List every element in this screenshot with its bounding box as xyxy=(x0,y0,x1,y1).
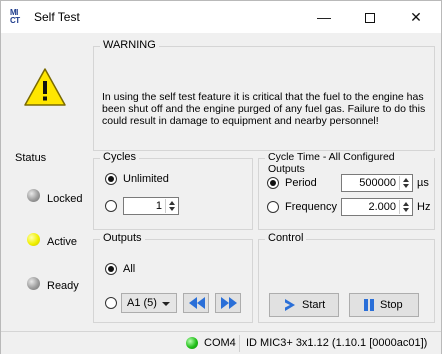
pause-icon xyxy=(364,299,374,311)
period-label[interactable]: Period xyxy=(285,177,317,189)
app-logo-icon: MI CT xyxy=(10,8,20,25)
warning-group: WARNING In using the self test feature i… xyxy=(93,39,435,151)
cycle-time-group: Cycle Time - All Configured Outputs xyxy=(258,151,435,230)
frequency-unit: Hz xyxy=(417,201,431,213)
warning-text: In using the self test feature it is cri… xyxy=(102,91,426,127)
period-value: 500000 xyxy=(359,177,396,189)
device-info: ID MIC3+ 3x1.12 (1.10.1 [0000ac01]) xyxy=(246,337,428,349)
frequency-spinbox[interactable]: 2.000 xyxy=(341,198,413,216)
outputs-single-radio[interactable] xyxy=(105,297,117,309)
spin-down-icon xyxy=(403,208,409,212)
frequency-value: 2.000 xyxy=(368,201,396,213)
play-icon xyxy=(285,299,295,311)
next-output-button[interactable] xyxy=(215,293,241,313)
status-label-ready: Ready xyxy=(47,280,79,292)
cycles-count-value: 1 xyxy=(155,200,162,212)
fast-forward-icon xyxy=(221,297,237,309)
status-label-locked: Locked xyxy=(47,193,83,205)
com-port: COM4 xyxy=(204,337,236,349)
maximize-button[interactable] xyxy=(347,1,393,33)
previous-output-button[interactable] xyxy=(183,293,209,313)
outputs-all-radio[interactable] xyxy=(105,263,117,275)
rewind-icon xyxy=(189,297,205,309)
period-radio[interactable] xyxy=(267,177,279,189)
frequency-stepper[interactable] xyxy=(399,200,411,214)
cycles-count-radio[interactable] xyxy=(105,200,117,212)
warning-group-label: WARNING xyxy=(100,39,159,51)
control-group-label: Control xyxy=(265,232,307,244)
start-button[interactable]: Start xyxy=(269,293,339,317)
status-led-active xyxy=(27,233,40,246)
start-button-label: Start xyxy=(302,299,326,311)
cycles-count-stepper[interactable] xyxy=(165,199,177,213)
status-led-ready xyxy=(27,277,40,290)
spin-down-icon xyxy=(403,184,409,188)
frequency-label[interactable]: Frequency xyxy=(285,201,337,213)
period-spinbox[interactable]: 500000 xyxy=(341,174,413,192)
warning-triangle-icon xyxy=(24,68,66,106)
status-led-locked xyxy=(27,189,40,202)
period-stepper[interactable] xyxy=(399,176,411,190)
status-bar: COM4 ID MIC3+ 3x1.12 (1.10.1 [0000ac01]) xyxy=(1,331,441,354)
cycles-unlimited-radio[interactable] xyxy=(105,173,117,185)
spin-up-icon xyxy=(403,202,409,206)
cycles-group: Cycles xyxy=(93,151,253,230)
maximize-icon xyxy=(365,13,375,24)
outputs-group-label: Outputs xyxy=(100,232,145,244)
spin-down-icon xyxy=(169,207,175,211)
window-title: Self Test xyxy=(34,10,80,24)
close-button[interactable]: ✕ xyxy=(393,1,439,33)
minimize-button[interactable]: — xyxy=(301,1,347,33)
status-group-label: Status xyxy=(12,152,50,164)
chevron-down-icon xyxy=(162,302,170,306)
cycles-unlimited-label[interactable]: Unlimited xyxy=(123,173,169,185)
cycles-count-spinbox[interactable]: 1 xyxy=(123,197,179,215)
status-separator xyxy=(239,335,240,352)
cycle-time-group-label: Cycle Time - All Configured Outputs xyxy=(265,151,434,175)
status-label-active: Active xyxy=(47,236,77,248)
outputs-all-label[interactable]: All xyxy=(123,263,135,275)
frequency-radio[interactable] xyxy=(267,201,279,213)
self-test-window: MI CT Self Test — ✕ WARNING In using the… xyxy=(0,0,442,354)
output-select[interactable]: A1 (5) xyxy=(121,293,177,313)
connection-status-icon xyxy=(186,337,198,349)
output-select-value: A1 (5) xyxy=(127,297,157,309)
spin-up-icon xyxy=(403,178,409,182)
title-bar[interactable]: MI CT Self Test — ✕ xyxy=(1,1,441,33)
spin-up-icon xyxy=(169,201,175,205)
stop-button[interactable]: Stop xyxy=(349,293,419,317)
cycles-group-label: Cycles xyxy=(100,151,140,163)
stop-button-label: Stop xyxy=(380,299,403,311)
period-unit: µs xyxy=(417,177,429,189)
